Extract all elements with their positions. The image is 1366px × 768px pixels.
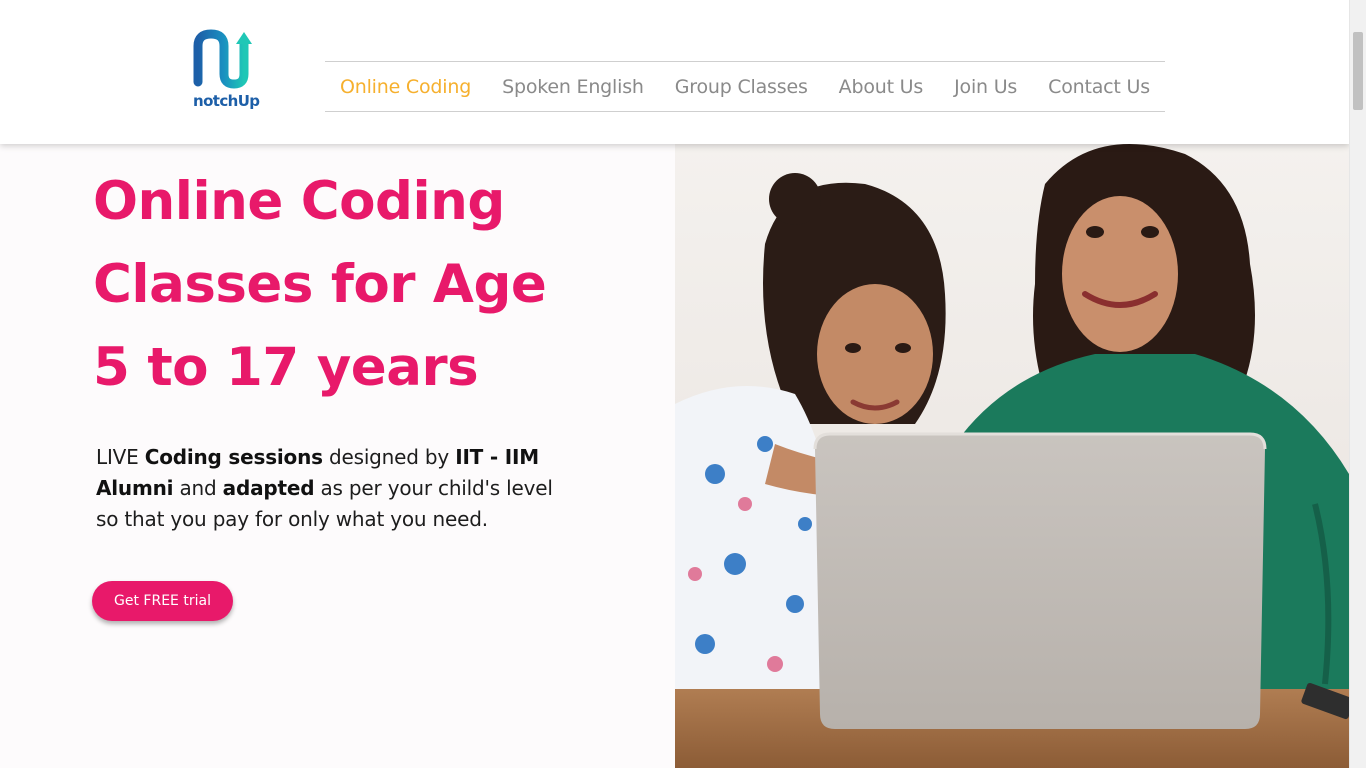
nav-item-about-us[interactable]: About Us: [839, 76, 924, 98]
page: notchUp Online Coding Spoken English Gro…: [0, 0, 1366, 768]
nav-item-spoken-english[interactable]: Spoken English: [502, 76, 644, 98]
brand-logo[interactable]: notchUp: [190, 28, 262, 116]
nav-item-join-us[interactable]: Join Us: [954, 76, 1017, 98]
desc-text-1: LIVE: [96, 445, 145, 469]
desc-text-2: designed by: [322, 445, 456, 469]
nav-item-online-coding[interactable]: Online Coding: [340, 76, 471, 98]
nav-item-group-classes[interactable]: Group Classes: [675, 76, 808, 98]
photo-girl-and-mother-laptop-icon: [675, 144, 1349, 768]
scrollbar-thumb[interactable]: [1353, 32, 1363, 110]
hero-title-line-1: Online Coding: [93, 171, 505, 232]
logo-wordmark: notchUp: [193, 92, 260, 110]
main-nav: Online Coding Spoken English Group Class…: [325, 61, 1165, 112]
get-free-trial-button[interactable]: Get FREE trial: [92, 581, 233, 621]
desc-text-3: and: [173, 476, 223, 500]
desc-bold-coding-sessions: Coding sessions: [144, 445, 323, 469]
site-header: notchUp Online Coding Spoken English Gro…: [0, 0, 1349, 144]
hero-description: LIVE Coding sessions designed by IIT - I…: [96, 442, 566, 535]
hero-title-line-2: Classes for Age: [93, 254, 547, 315]
page-scrollbar[interactable]: [1349, 0, 1366, 768]
hero-title: Online Coding Classes for Age 5 to 17 ye…: [93, 160, 613, 409]
logo-mark-icon: [193, 29, 252, 89]
desc-bold-adapted: adapted: [222, 476, 315, 500]
hero-photo: [675, 144, 1349, 768]
nav-item-contact-us[interactable]: Contact Us: [1048, 76, 1150, 98]
hero-title-line-3: 5 to 17 years: [93, 337, 479, 398]
